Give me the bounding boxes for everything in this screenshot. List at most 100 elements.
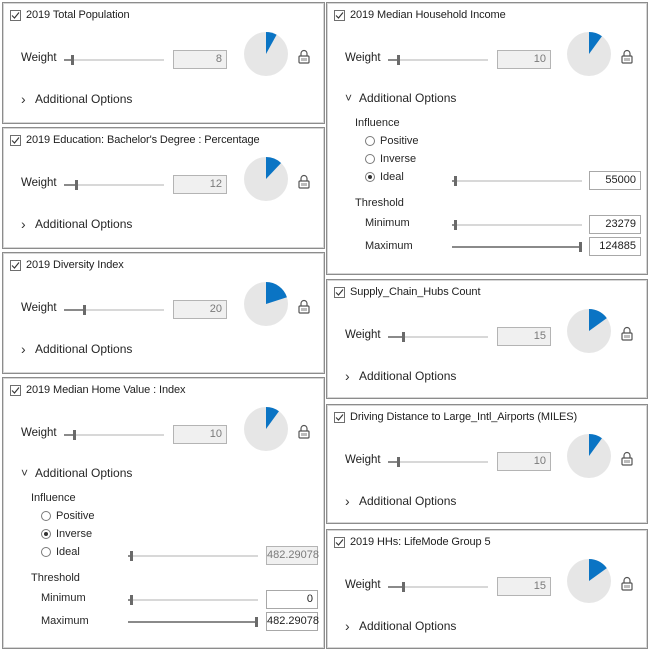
minimum-value-field[interactable]: 0 — [266, 590, 318, 609]
weight-slider[interactable] — [388, 457, 488, 467]
lock-icon[interactable] — [298, 424, 310, 439]
weight-value-field[interactable]: 10 — [497, 50, 551, 69]
lock-icon[interactable] — [621, 326, 633, 341]
criterion-header: 2019 Median Household Income — [334, 9, 506, 21]
weight-slider-thumb[interactable] — [397, 55, 400, 65]
maximum-slider[interactable] — [128, 617, 258, 627]
minimum-slider-thumb[interactable] — [130, 595, 133, 605]
radio-button[interactable] — [41, 529, 51, 539]
influence-radio-positive[interactable]: Positive — [365, 135, 419, 147]
checkmark-icon — [11, 386, 20, 394]
additional-options-label: Additional Options — [359, 369, 457, 383]
additional-options-toggle[interactable]: › Additional Options — [21, 91, 132, 107]
lock-icon[interactable] — [298, 49, 310, 64]
criterion-title: 2019 Total Population — [26, 9, 130, 21]
checkmark-icon — [11, 261, 20, 269]
weight-slider-thumb[interactable] — [402, 582, 405, 592]
additional-options-toggle[interactable]: › Additional Options — [21, 216, 132, 232]
maximum-slider-thumb[interactable] — [255, 617, 258, 627]
influence-radio-ideal[interactable]: Ideal — [365, 171, 404, 183]
weight-slider[interactable] — [64, 305, 164, 315]
criterion-checkbox[interactable] — [10, 259, 21, 271]
ideal-value-slider[interactable] — [452, 176, 582, 186]
lock-icon[interactable] — [298, 174, 310, 189]
chevron-right-icon: › — [345, 368, 350, 384]
criterion-panel: 2019 Education: Bachelor's Degree : Perc… — [2, 127, 325, 249]
weight-slider[interactable] — [388, 55, 488, 65]
minimum-slider-thumb[interactable] — [454, 220, 457, 230]
influence-radio-inverse[interactable]: Inverse — [41, 528, 92, 540]
ideal-value-slider[interactable] — [128, 551, 258, 561]
minimum-slider[interactable] — [452, 220, 582, 230]
lock-icon[interactable] — [621, 49, 633, 64]
lock-icon[interactable] — [621, 451, 633, 466]
ideal-value-field[interactable]: 482.29078 — [266, 546, 319, 565]
influence-radio-ideal[interactable]: Ideal — [41, 546, 80, 558]
lock-icon[interactable] — [298, 299, 310, 314]
additional-options-label: Additional Options — [35, 92, 133, 106]
ideal-value-field[interactable]: 55000 — [589, 171, 641, 190]
radio-button[interactable] — [365, 136, 375, 146]
radio-button[interactable] — [365, 172, 375, 182]
weight-slider[interactable] — [388, 332, 488, 342]
weight-slider-thumb[interactable] — [73, 430, 76, 440]
weight-value-field[interactable]: 15 — [497, 327, 551, 346]
weight-value-field[interactable]: 15 — [497, 577, 551, 596]
influence-radio-inverse[interactable]: Inverse — [365, 153, 416, 165]
radio-button[interactable] — [41, 511, 51, 521]
weight-slider[interactable] — [64, 180, 164, 190]
chevron-right-icon: › — [345, 618, 350, 634]
additional-options-toggle[interactable]: ˅ Additional Options — [345, 91, 456, 105]
influence-radio-positive[interactable]: Positive — [41, 510, 95, 522]
criterion-checkbox[interactable] — [334, 9, 345, 21]
weight-slider-thumb[interactable] — [402, 332, 405, 342]
weight-slider-fill — [64, 309, 84, 311]
maximum-slider-thumb[interactable] — [579, 242, 582, 252]
weight-slider[interactable] — [64, 55, 164, 65]
criterion-header: 2019 HHs: LifeMode Group 5 — [334, 536, 491, 548]
weight-slider-thumb[interactable] — [71, 55, 74, 65]
criterion-checkbox[interactable] — [334, 411, 345, 423]
maximum-value-field[interactable]: 482.29078 — [266, 612, 319, 631]
weight-value-field[interactable]: 10 — [173, 425, 227, 444]
additional-options-toggle[interactable]: › Additional Options — [21, 341, 132, 357]
additional-options-toggle[interactable]: › Additional Options — [345, 618, 456, 634]
weight-pie-chart — [244, 282, 288, 326]
minimum-slider[interactable] — [128, 595, 258, 605]
criterion-panel: Driving Distance to Large_Intl_Airports … — [326, 404, 648, 524]
weight-slider[interactable] — [64, 430, 164, 440]
weight-value-field[interactable]: 12 — [173, 175, 227, 194]
criterion-checkbox[interactable] — [10, 384, 21, 396]
maximum-slider-fill — [452, 246, 580, 248]
weight-slider-thumb[interactable] — [83, 305, 86, 315]
minimum-value-field[interactable]: 23279 — [589, 215, 641, 234]
weight-value-field[interactable]: 10 — [497, 452, 551, 471]
lock-icon[interactable] — [621, 576, 633, 591]
weight-slider[interactable] — [388, 582, 488, 592]
criterion-panel: 2019 Total Population Weight 8 › Additional … — [2, 2, 325, 124]
maximum-slider[interactable] — [452, 242, 582, 252]
maximum-label: Maximum — [365, 240, 413, 252]
criterion-checkbox[interactable] — [10, 134, 21, 146]
radio-button[interactable] — [365, 154, 375, 164]
criterion-checkbox[interactable] — [334, 536, 345, 548]
criterion-checkbox[interactable] — [10, 9, 21, 21]
additional-options-toggle[interactable]: ˅ Additional Options — [21, 466, 132, 480]
criterion-title: 2019 Diversity Index — [26, 259, 124, 271]
ideal-value-slider-thumb[interactable] — [130, 551, 133, 561]
weight-slider-thumb[interactable] — [75, 180, 78, 190]
maximum-slider-fill — [128, 621, 256, 623]
additional-options-toggle[interactable]: › Additional Options — [345, 368, 456, 384]
maximum-value-field[interactable]: 124885 — [589, 237, 641, 256]
radio-button[interactable] — [41, 547, 51, 557]
minimum-label: Minimum — [365, 217, 410, 229]
additional-options-label: Additional Options — [35, 217, 133, 231]
weight-slider-thumb[interactable] — [397, 457, 400, 467]
criterion-checkbox[interactable] — [334, 286, 345, 298]
weight-pie-chart — [567, 309, 611, 353]
weight-value-field[interactable]: 8 — [173, 50, 227, 69]
chevron-down-icon: ˅ — [345, 91, 353, 105]
additional-options-toggle[interactable]: › Additional Options — [345, 493, 456, 509]
weight-value-field[interactable]: 20 — [173, 300, 227, 319]
ideal-value-slider-thumb[interactable] — [454, 176, 457, 186]
